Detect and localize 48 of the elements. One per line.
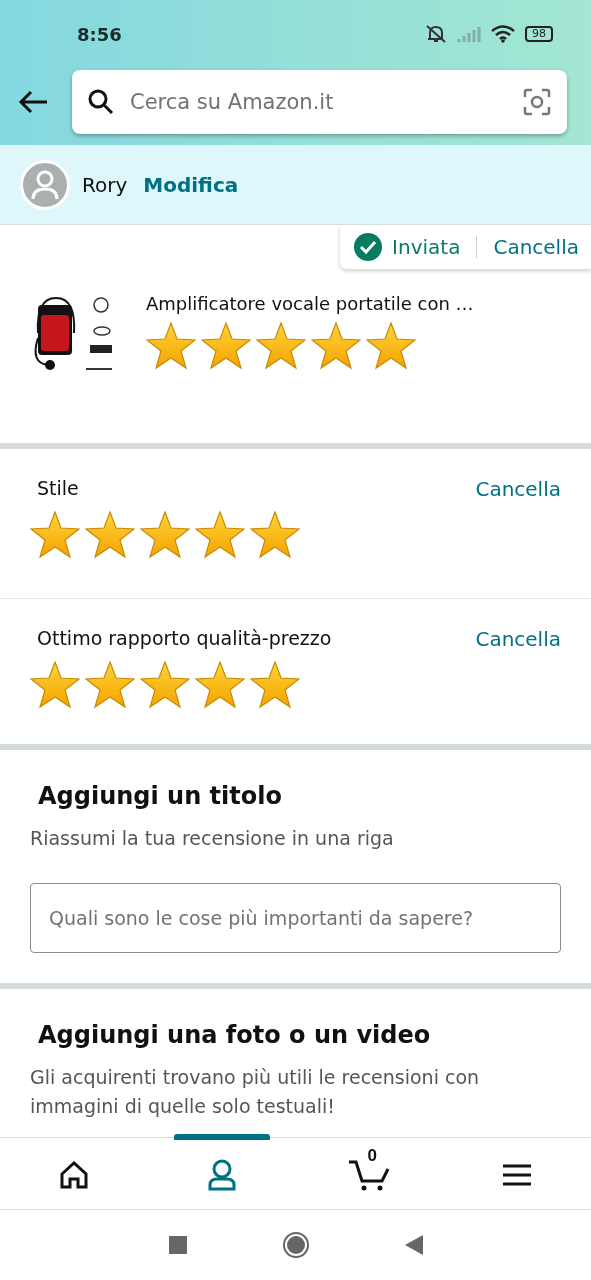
check-circle-icon [354,233,383,261]
cancel-link[interactable]: Cancella [493,235,579,259]
battery-level: 98 [525,26,553,42]
status-text: Inviata [392,235,461,259]
person-icon [206,1158,237,1191]
muted-bell-icon [425,24,447,44]
star-icon [140,661,190,709]
star-icon [195,511,245,559]
search-icon [88,88,114,115]
back-arrow-icon[interactable] [18,89,48,114]
star-icon [85,511,135,559]
star-icon [85,661,135,709]
back-triangle-icon[interactable] [404,1235,423,1255]
star-icon [146,322,196,370]
search-field[interactable]: Cerca su Amazon.it [72,69,567,134]
section-heading: Aggiungi un titolo [38,782,283,810]
home-icon [58,1160,89,1189]
product-title: Amplificatore vocale portatile con … [146,293,474,314]
section-text: Gli acquirenti trovano più utili le recensioni con immagini di quelle solo testuali! [30,1065,481,1119]
cart-tab[interactable]: 0 [321,1134,418,1209]
cancel-link[interactable]: Cancella [475,477,561,501]
circle-icon[interactable] [281,1231,310,1259]
cancel-link[interactable]: Cancella [475,627,561,651]
section-heading: Aggiungi una foto o un video [38,1021,432,1049]
star-icon [30,511,80,559]
star-icon [250,511,300,559]
attribute-label: Ottimo rapporto qualità-prezzo [37,627,332,651]
edit-link[interactable]: Modifica [143,172,239,197]
star-icon [256,322,306,370]
clock-time: 8:56 [77,23,122,45]
square-icon[interactable] [168,1236,187,1254]
signal-icon [457,25,481,43]
star-icon [201,322,251,370]
star-icon [140,511,190,559]
star-icon [30,661,80,709]
star-icon [311,322,361,370]
star-icon [195,661,245,709]
wifi-icon [491,25,515,43]
camera-scan-icon[interactable] [523,87,551,116]
star-icon [366,322,416,370]
star-icon [250,661,300,709]
cart-count: 0 [367,1146,377,1166]
title-input-field[interactable]: Quali sono le cose più importanti da sapere? [30,883,561,953]
menu-icon [502,1163,533,1186]
section-subtitle: Riassumi la tua recensione in una riga [30,826,395,851]
user-name: Rory [82,172,128,197]
person-icon [31,169,59,200]
attribute-label: Stile [37,477,79,501]
